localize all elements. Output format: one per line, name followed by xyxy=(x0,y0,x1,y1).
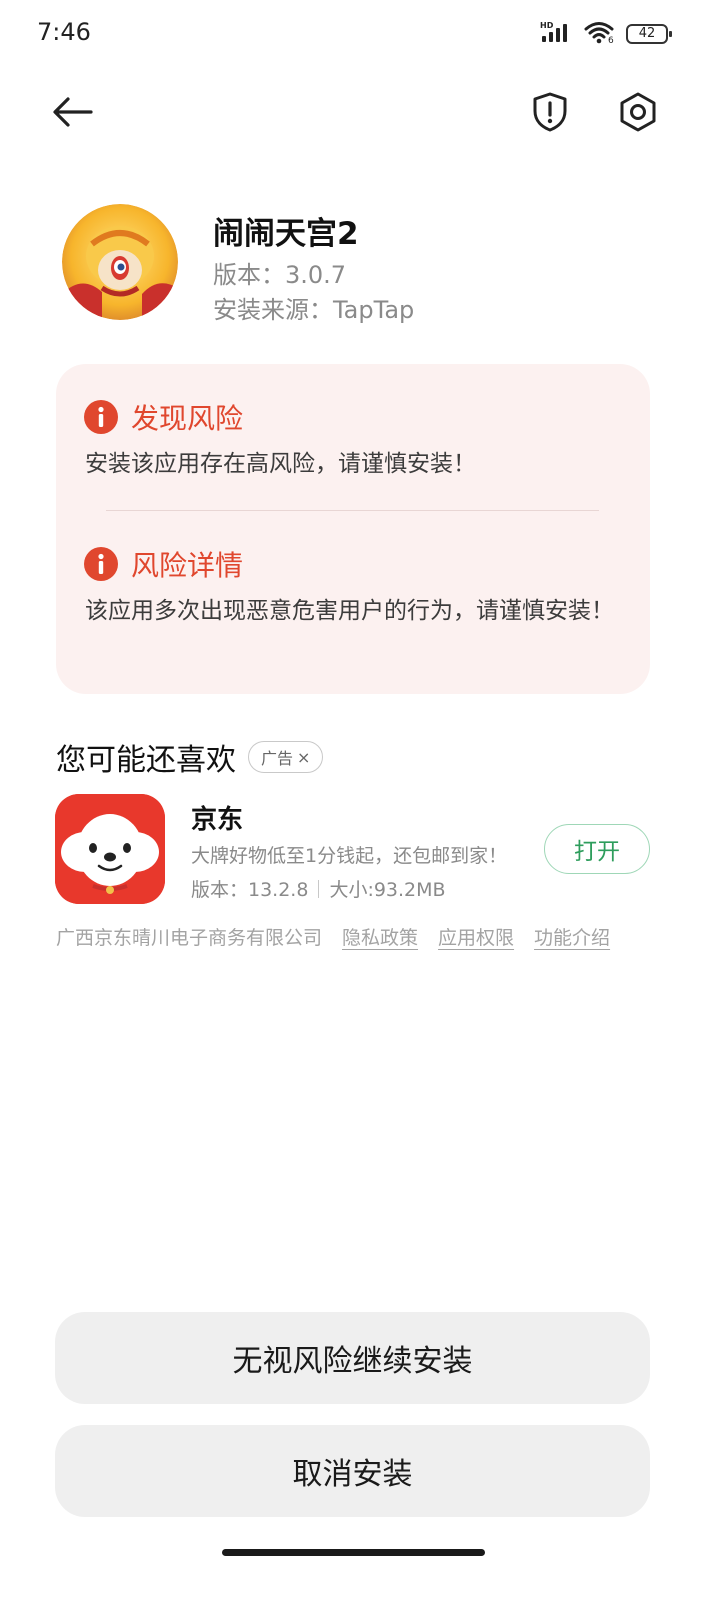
recommend-header: 您可能还喜欢 广告 × xyxy=(56,735,324,779)
ad-badge[interactable]: 广告 × xyxy=(248,741,324,773)
app-version: 版本：3.0.7 xyxy=(213,261,347,289)
home-indicator[interactable] xyxy=(222,1549,485,1556)
status-time: 7:46 xyxy=(37,18,91,46)
recommended-app-version: 版本：13.2.8 xyxy=(191,879,309,901)
app-header: 闹闹天宫2 版本：3.0.7 安装来源：TapTap xyxy=(62,204,662,324)
top-bar xyxy=(0,82,720,146)
risk-found-header: 发现风险 xyxy=(84,397,243,437)
risk-found-text: 安装该应用存在高风险，请谨慎安装！ xyxy=(85,451,476,477)
privacy-policy-link[interactable]: 隐私政策 xyxy=(342,923,418,950)
risk-details-header: 风险详情 xyxy=(84,544,243,584)
recommended-app-size: 大小:93.2MB xyxy=(329,879,446,901)
security-button[interactable] xyxy=(520,82,580,142)
continue-install-button[interactable]: 无视风险继续安装 xyxy=(55,1312,650,1404)
wifi-label: 6 xyxy=(608,36,614,44)
risk-details-text: 该应用多次出现恶意危害用户的行为，请谨慎安装！ xyxy=(85,598,614,624)
info-icon xyxy=(84,547,118,581)
cancel-install-button[interactable]: 取消安装 xyxy=(55,1425,650,1517)
risk-card: 发现风险 安装该应用存在高风险，请谨慎安装！ 风险详情 该应用多次出现恶意危害用… xyxy=(56,364,650,694)
recommend-title: 您可能还喜欢 xyxy=(56,743,236,778)
risk-found-title: 发现风险 xyxy=(131,402,244,435)
back-button[interactable] xyxy=(43,82,103,142)
meta-separator xyxy=(318,879,320,898)
monkey-king-app-icon xyxy=(62,204,178,320)
recommended-app-item[interactable]: 京东 大牌好物低至1分钱起，还包邮到家！ 版本：13.2.8 大小:93.2MB… xyxy=(55,794,650,906)
battery-icon: 42 xyxy=(626,24,672,44)
info-icon xyxy=(84,400,118,434)
risk-divider xyxy=(106,510,599,511)
status-icons: HD 6 42 xyxy=(540,20,672,48)
recommended-app-meta: 版本：13.2.8 大小:93.2MB xyxy=(191,875,446,902)
network-type-label: HD xyxy=(540,21,554,30)
wifi-icon: 6 xyxy=(584,20,616,48)
recommended-app-name: 京东 xyxy=(191,805,244,835)
ad-label: 广告 xyxy=(261,749,294,768)
settings-icon xyxy=(620,92,656,132)
open-button[interactable]: 打开 xyxy=(544,824,650,874)
close-icon[interactable]: × xyxy=(297,748,310,767)
app-permissions-link[interactable]: 应用权限 xyxy=(438,923,514,950)
settings-button[interactable] xyxy=(608,82,668,142)
shield-alert-icon xyxy=(533,92,567,132)
recommended-app-description: 大牌好物低至1分钱起，还包邮到家！ xyxy=(191,845,508,867)
signal-icon: HD xyxy=(540,20,574,48)
jd-app-icon xyxy=(55,794,165,904)
feature-intro-link[interactable]: 功能介绍 xyxy=(534,923,610,950)
arrow-left-icon xyxy=(53,97,93,127)
status-bar: 7:46 HD 6 42 xyxy=(0,0,720,68)
risk-details-title: 风险详情 xyxy=(131,549,244,582)
app-name: 闹闹天宫2 xyxy=(213,216,359,252)
developer-links-row: 广西京东晴川电子商务有限公司 隐私政策 应用权限 功能介绍 xyxy=(56,923,610,950)
developer-name: 广西京东晴川电子商务有限公司 xyxy=(56,927,323,949)
app-source: 安装来源：TapTap xyxy=(213,296,415,324)
